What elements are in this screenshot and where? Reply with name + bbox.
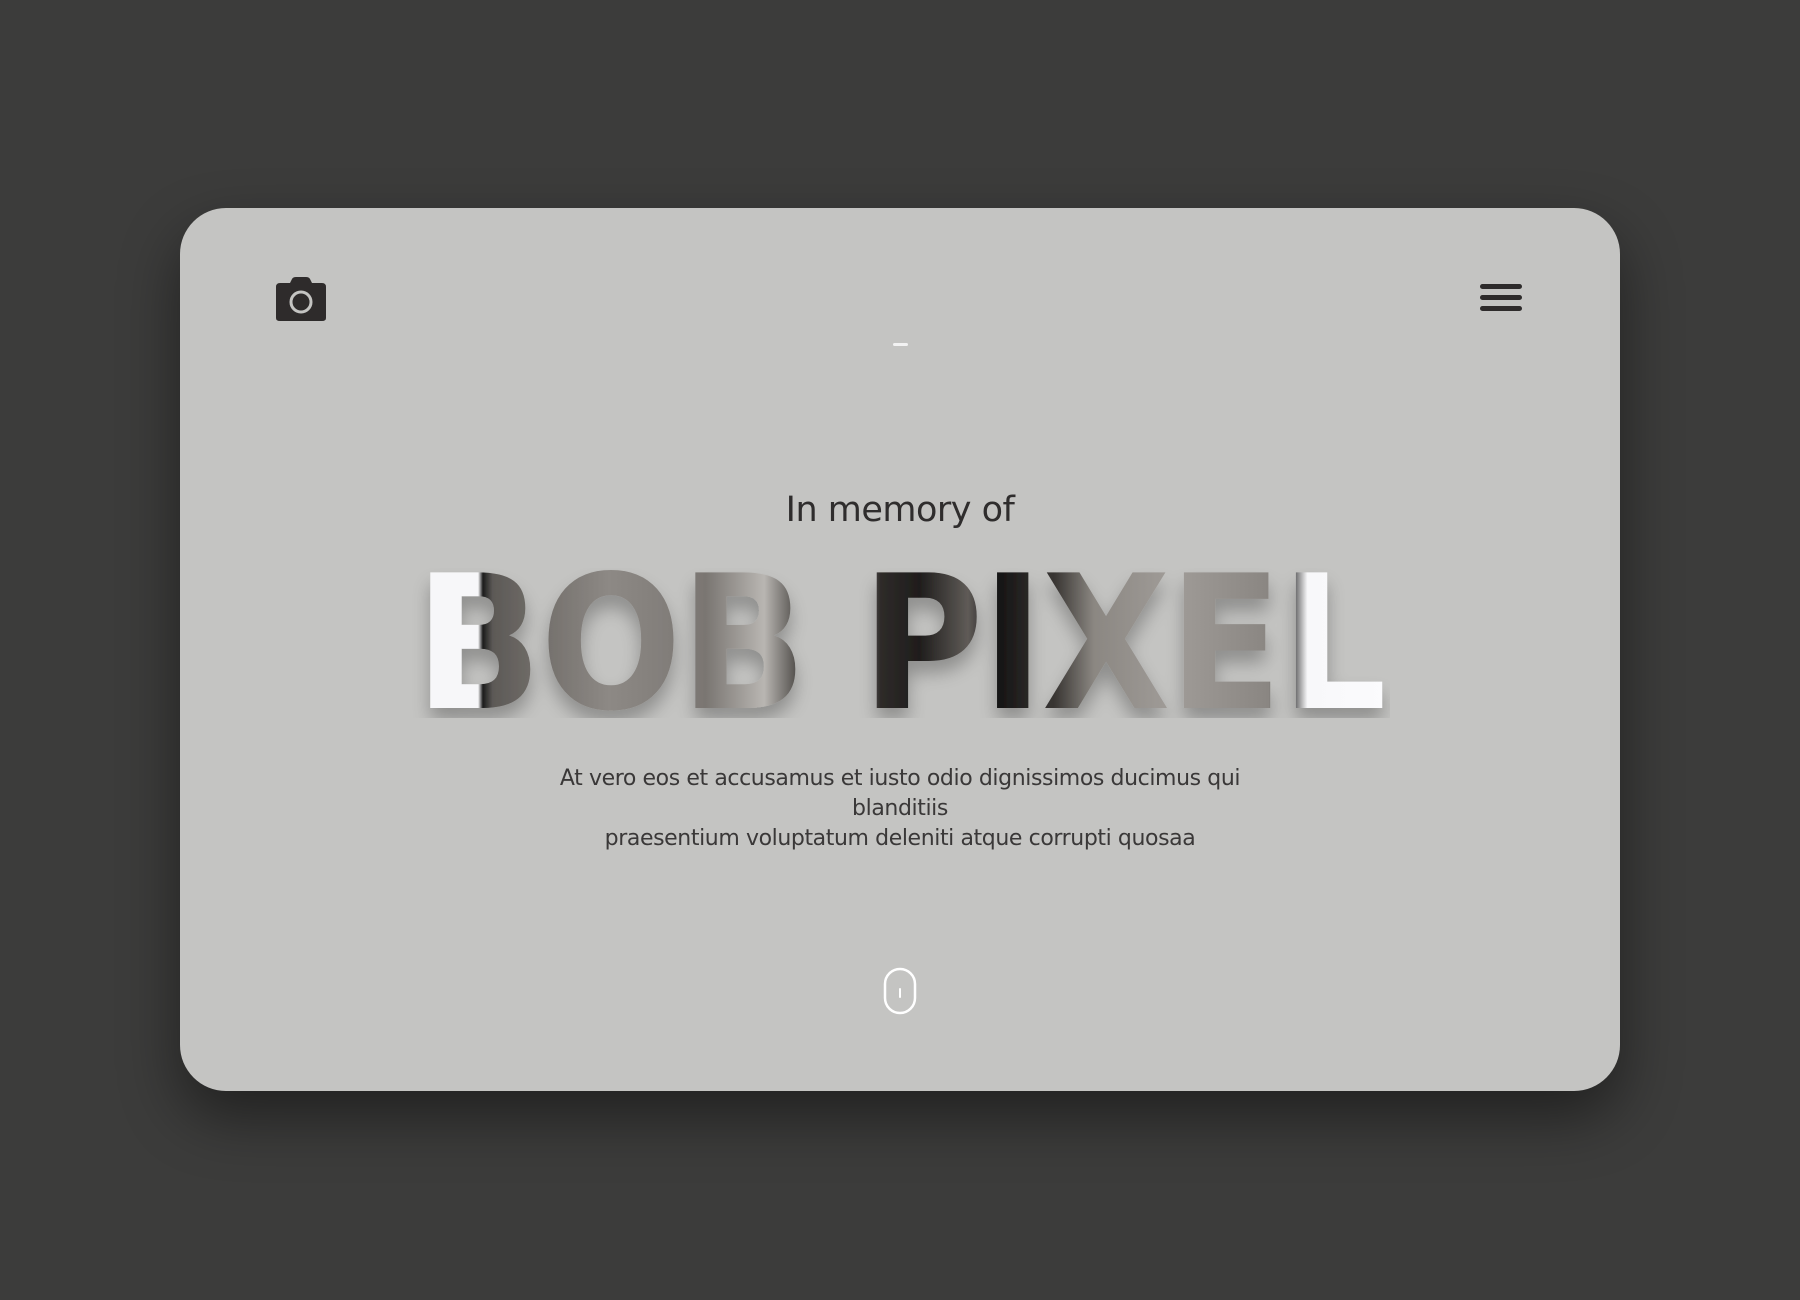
description-line: At vero eos et accusamus et iusto odio d…	[559, 766, 1241, 821]
menu-bar	[1480, 306, 1522, 311]
eyebrow-text: In memory of	[785, 490, 1015, 530]
description-line: praesentium voluptatum deleniti atque co…	[604, 826, 1196, 851]
menu-bar	[1480, 284, 1522, 289]
hero-name: BOB PIXEL	[415, 568, 1387, 718]
mouse-scroll-icon[interactable]	[883, 967, 917, 1015]
hero-card: In memory of BOB PIXEL At vero eos et ac…	[180, 208, 1620, 1091]
decorative-mark	[893, 343, 908, 346]
hamburger-menu-icon[interactable]	[1480, 284, 1522, 314]
camera-icon[interactable]	[275, 276, 327, 322]
hero-description: At vero eos et accusamus et iusto odio d…	[550, 764, 1250, 854]
menu-bar	[1480, 295, 1522, 300]
hero-name-text: BOB PIXEL	[415, 568, 1385, 718]
